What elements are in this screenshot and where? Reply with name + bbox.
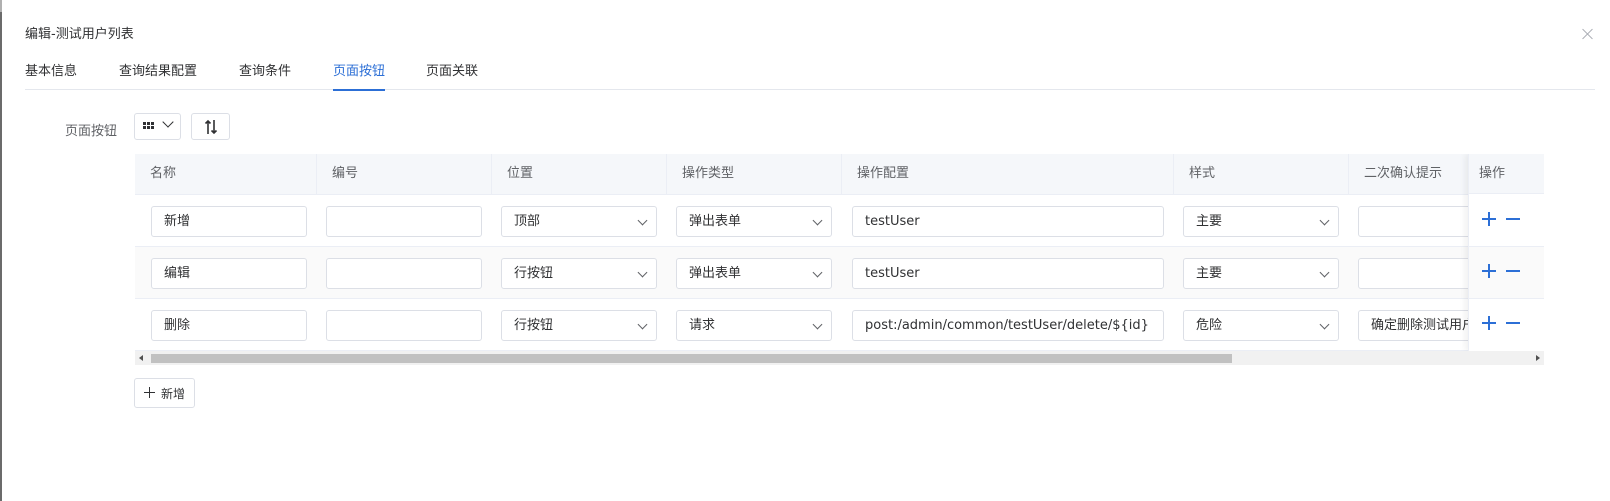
remove-row-icon[interactable] xyxy=(1506,316,1520,330)
table-row: 删除 行按钮 请求 post:/admin/common/testUser/de… xyxy=(135,299,1544,351)
add-row-icon[interactable] xyxy=(1482,212,1496,226)
name-input[interactable]: 删除 xyxy=(151,310,307,341)
operations-cell xyxy=(1469,247,1544,299)
add-row-button[interactable]: 新增 xyxy=(134,378,195,408)
close-icon[interactable] xyxy=(1580,26,1596,42)
action-type-value: 弹出表单 xyxy=(689,214,742,229)
scroll-left-icon[interactable] xyxy=(139,355,143,361)
style-select[interactable]: 危险 xyxy=(1183,310,1339,341)
scrollbar-thumb[interactable] xyxy=(151,354,1232,363)
action-type-value: 请求 xyxy=(689,318,716,333)
action-type-value: 弹出表单 xyxy=(689,266,742,281)
table-row: 新增 顶部 弹出表单 testUser 主要 xyxy=(135,195,1544,247)
chevron-down-icon xyxy=(1319,215,1330,226)
style-select[interactable]: 主要 xyxy=(1183,258,1339,289)
add-row-label: 新增 xyxy=(161,387,186,401)
table-row: 编辑 行按钮 弹出表单 testUser 主要 xyxy=(135,247,1544,299)
code-input[interactable] xyxy=(326,258,482,289)
operations-column: 操作 xyxy=(1468,154,1544,351)
style-value: 主要 xyxy=(1196,266,1223,281)
position-value: 行按钮 xyxy=(514,318,554,333)
action-config-input[interactable]: testUser xyxy=(852,206,1164,237)
position-select[interactable]: 行按钮 xyxy=(501,310,657,341)
chevron-down-icon xyxy=(637,319,648,330)
style-value: 主要 xyxy=(1196,214,1223,229)
chevron-down-icon xyxy=(162,116,174,128)
code-input[interactable] xyxy=(326,310,482,341)
operations-cell xyxy=(1469,299,1544,351)
dialog-title: 编辑-测试用户列表 xyxy=(25,27,134,42)
tab-basic-info[interactable]: 基本信息 xyxy=(25,60,77,89)
chevron-down-icon xyxy=(812,215,823,226)
remove-row-icon[interactable] xyxy=(1506,264,1520,278)
code-input[interactable] xyxy=(326,206,482,237)
chevron-down-icon xyxy=(1319,319,1330,330)
tab-query-result-config[interactable]: 查询结果配置 xyxy=(119,60,197,89)
column-header-style: 样式 xyxy=(1174,154,1349,194)
name-input[interactable]: 新增 xyxy=(151,206,307,237)
grid-icon xyxy=(143,122,154,131)
sort-icon xyxy=(204,119,218,135)
column-header-action-type: 操作类型 xyxy=(667,154,842,194)
tab-page-links[interactable]: 页面关联 xyxy=(426,60,478,89)
table-header: 名称 编号 位置 操作类型 操作配置 样式 二次确认提示 xyxy=(135,154,1544,195)
buttons-table: 名称 编号 位置 操作类型 操作配置 样式 二次确认提示 新增 顶部 弹出表单 … xyxy=(135,154,1544,367)
window-edge xyxy=(0,0,2,501)
operations-cell xyxy=(1469,195,1544,247)
horizontal-scrollbar[interactable] xyxy=(135,351,1544,365)
column-header-name: 名称 xyxy=(135,154,317,194)
sort-button[interactable] xyxy=(191,113,230,140)
position-value: 顶部 xyxy=(514,214,541,229)
column-settings-button[interactable] xyxy=(134,113,181,140)
action-type-select[interactable]: 弹出表单 xyxy=(676,206,832,237)
window-edge-top xyxy=(0,0,2,12)
remove-row-icon[interactable] xyxy=(1506,212,1520,226)
name-input[interactable]: 编辑 xyxy=(151,258,307,289)
action-type-select[interactable]: 弹出表单 xyxy=(676,258,832,289)
style-select[interactable]: 主要 xyxy=(1183,206,1339,237)
column-header-operations: 操作 xyxy=(1469,154,1544,194)
add-row-icon[interactable] xyxy=(1482,264,1496,278)
page-buttons-label: 页面按钮 xyxy=(65,124,118,139)
action-config-input[interactable]: post:/admin/common/testUser/delete/${id} xyxy=(852,310,1164,341)
plus-icon xyxy=(144,387,155,398)
column-header-action-config: 操作配置 xyxy=(842,154,1174,194)
chevron-down-icon xyxy=(812,319,823,330)
chevron-down-icon xyxy=(1319,267,1330,278)
chevron-down-icon xyxy=(637,267,648,278)
tab-bar: 基本信息 查询结果配置 查询条件 页面按钮 页面关联 xyxy=(25,52,1595,91)
action-type-select[interactable]: 请求 xyxy=(676,310,832,341)
tab-query-conditions[interactable]: 查询条件 xyxy=(239,60,291,89)
column-header-position: 位置 xyxy=(492,154,667,194)
position-select[interactable]: 行按钮 xyxy=(501,258,657,289)
chevron-down-icon xyxy=(637,215,648,226)
add-row-icon[interactable] xyxy=(1482,316,1496,330)
chevron-down-icon xyxy=(812,267,823,278)
position-value: 行按钮 xyxy=(514,266,554,281)
column-header-code: 编号 xyxy=(317,154,492,194)
position-select[interactable]: 顶部 xyxy=(501,206,657,237)
scroll-right-icon[interactable] xyxy=(1536,355,1540,361)
style-value: 危险 xyxy=(1196,318,1223,333)
tab-page-buttons[interactable]: 页面按钮 xyxy=(333,60,386,91)
action-config-input[interactable]: testUser xyxy=(852,258,1164,289)
